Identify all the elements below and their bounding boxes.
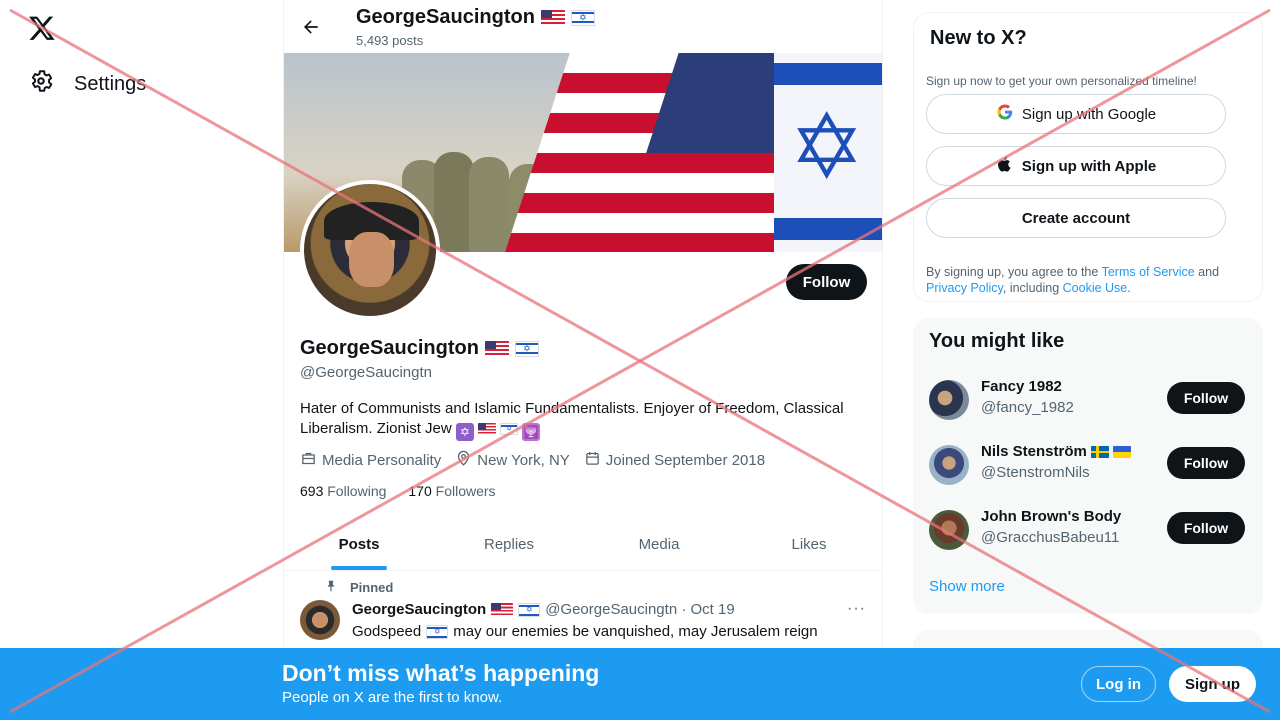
israel-flag-icon: ✡ xyxy=(514,340,539,357)
cookie-use-link[interactable]: Cookie Use xyxy=(1063,281,1128,295)
israel-flag-icon: ✡ xyxy=(570,9,595,26)
star-of-david-emoji-icon: ✡ xyxy=(455,423,474,441)
header-name: GeorgeSaucington ✡ xyxy=(356,6,595,29)
ukraine-flag-icon xyxy=(1112,445,1131,458)
sweden-flag-icon xyxy=(1090,445,1109,458)
suggestion-avatar[interactable] xyxy=(929,445,969,485)
menorah-emoji-icon: 🕎 xyxy=(522,423,541,441)
post-header: GeorgeSaucington ✡ @GeorgeSaucingtn · Oc… xyxy=(352,601,735,618)
sign-up-google-button[interactable]: Sign up with Google xyxy=(926,94,1226,134)
us-flag-icon xyxy=(484,340,509,357)
show-more-link[interactable]: Show more xyxy=(929,578,1005,595)
x-logo-icon[interactable] xyxy=(28,14,56,42)
tab-likes[interactable]: Likes xyxy=(734,519,882,570)
bottom-bar-title: Don’t miss what’s happening xyxy=(282,660,600,686)
briefcase-icon xyxy=(300,450,317,471)
suggestion-avatar[interactable] xyxy=(929,380,969,420)
israel-flag-icon: ✡ xyxy=(426,624,449,639)
you-might-like-title: You might like xyxy=(929,330,1065,352)
profile-name-text: GeorgeSaucington xyxy=(300,337,479,359)
terms-of-service-link[interactable]: Terms of Service xyxy=(1102,265,1195,279)
pinned-indicator: Pinned xyxy=(324,579,393,596)
profile-meta: Media Personality New York, NY Joined Se… xyxy=(300,450,765,471)
profile-avatar[interactable] xyxy=(300,180,440,320)
profile-bio: Hater of Communists and Islamic Fundamen… xyxy=(300,399,870,441)
tab-posts[interactable]: Posts xyxy=(284,519,434,570)
privacy-policy-link[interactable]: Privacy Policy xyxy=(926,281,1003,295)
suggestion-item[interactable]: Nils Stenström @StenstromNils Follow xyxy=(929,443,1247,487)
nav-settings-label: Settings xyxy=(74,72,147,95)
israel-flag-icon: ✡ xyxy=(518,602,541,617)
profile-stats: 693 Following 170 Followers xyxy=(300,483,496,499)
post-avatar[interactable] xyxy=(300,600,340,640)
new-to-x-card: New to X? Sign up now to get your own pe… xyxy=(913,12,1263,302)
more-options-icon[interactable]: ··· xyxy=(847,600,866,618)
location-pin-icon xyxy=(455,450,472,471)
create-account-button[interactable]: Create account xyxy=(926,198,1226,238)
new-to-x-subtitle: Sign up now to get your own personalized… xyxy=(926,74,1197,88)
sign-up-apple-button[interactable]: Sign up with Apple xyxy=(926,146,1226,186)
follow-button[interactable]: Follow xyxy=(786,264,867,300)
us-flag-icon xyxy=(540,9,565,26)
profile-joined: Joined September 2018 xyxy=(584,450,765,471)
back-arrow-icon[interactable] xyxy=(298,14,324,40)
follow-button[interactable]: Follow xyxy=(1167,382,1245,414)
followers-link[interactable]: 170 Followers xyxy=(408,483,495,499)
header-posts-count: 5,493 posts xyxy=(356,33,424,48)
sign-up-button[interactable]: Sign up xyxy=(1169,666,1256,702)
tab-replies[interactable]: Replies xyxy=(434,519,584,570)
us-flag-icon xyxy=(478,423,497,436)
profile-tabs: Posts Replies Media Likes xyxy=(284,519,882,571)
new-to-x-title: New to X? xyxy=(930,27,1027,49)
bottom-bar-subtitle: People on X are the first to know. xyxy=(282,689,503,706)
log-in-button[interactable]: Log in xyxy=(1081,666,1156,702)
post-author-name[interactable]: GeorgeSaucington xyxy=(352,601,486,618)
apple-icon xyxy=(996,155,1014,177)
profile-name: GeorgeSaucington ✡ xyxy=(300,337,539,360)
google-icon xyxy=(996,103,1014,125)
profile-header-bar: GeorgeSaucington ✡ 5,493 posts xyxy=(284,0,882,53)
profile-location: New York, NY xyxy=(455,450,570,471)
calendar-icon xyxy=(584,450,601,471)
profile-column: GeorgeSaucington ✡ 5,493 posts ✡ Follow … xyxy=(283,0,883,720)
you-might-like-card: You might like Fancy 1982 @fancy_1982 Fo… xyxy=(913,318,1263,614)
terms-text: By signing up, you agree to the Terms of… xyxy=(926,265,1220,295)
profile-handle: @GeorgeSaucingtn xyxy=(300,364,432,381)
follow-button[interactable]: Follow xyxy=(1167,447,1245,479)
following-link[interactable]: 693 Following xyxy=(300,483,386,499)
us-flag-icon xyxy=(491,602,514,617)
post-handle-date: @GeorgeSaucingtn · Oct 19 xyxy=(545,601,735,618)
header-name-text: GeorgeSaucington xyxy=(356,6,535,28)
signup-bottom-bar: Don’t miss what’s happening People on X … xyxy=(0,648,1280,720)
israel-flag-icon: ✡ xyxy=(500,423,519,436)
post-text: Godspeed ✡ may our enemies be vanquished… xyxy=(352,623,818,640)
suggestion-avatar[interactable] xyxy=(929,510,969,550)
nav-settings[interactable]: Settings xyxy=(28,68,146,100)
pin-icon xyxy=(324,579,338,596)
suggestion-item[interactable]: John Brown's Body @GracchusBabeu11 Follo… xyxy=(929,508,1247,552)
left-nav: Settings xyxy=(0,0,283,720)
bio-text: Hater of Communists and Islamic Fundamen… xyxy=(300,400,844,437)
profile-category: Media Personality xyxy=(300,450,441,471)
suggestion-item[interactable]: Fancy 1982 @fancy_1982 Follow xyxy=(929,378,1247,422)
follow-button[interactable]: Follow xyxy=(1167,512,1245,544)
gear-icon xyxy=(28,68,54,100)
tab-media[interactable]: Media xyxy=(584,519,734,570)
